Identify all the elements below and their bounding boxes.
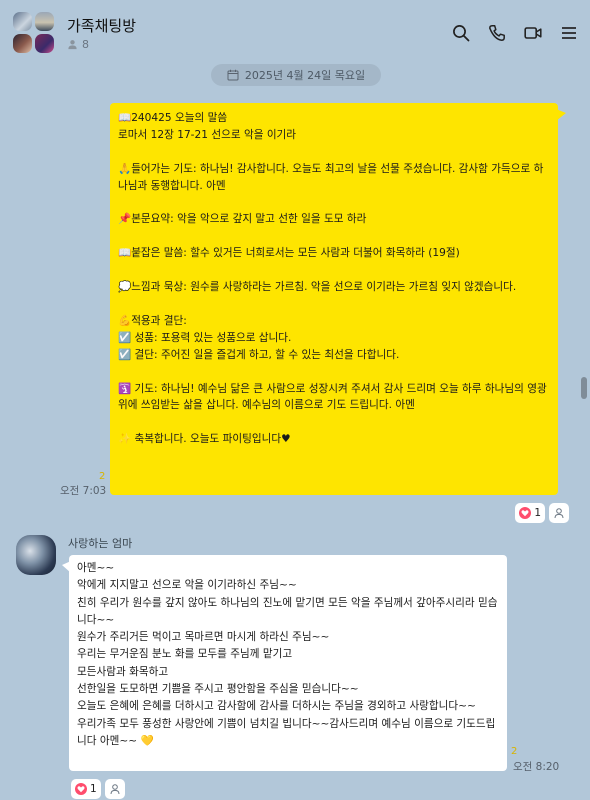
header-actions <box>452 24 578 42</box>
phone-icon[interactable] <box>488 24 506 42</box>
person-icon <box>109 783 121 795</box>
member-count[interactable]: 8 <box>67 38 89 51</box>
reaction-bar: 1 <box>515 503 569 523</box>
heart-icon <box>75 783 87 795</box>
chat-room-title[interactable]: 가족채팅방 <box>67 15 136 36</box>
date-divider-text: 2025년 4월 24일 목요일 <box>244 69 366 82</box>
message-time: 오전 7:03 <box>60 485 107 497</box>
scrollbar-thumb[interactable] <box>581 377 587 399</box>
date-divider: 2025년 4월 24일 목요일 <box>211 64 381 86</box>
member-photo <box>13 34 32 53</box>
chat-header: 가족채팅방 8 <box>0 0 590 62</box>
heart-reaction-button[interactable]: 1 <box>515 503 545 523</box>
member-photo <box>13 12 32 31</box>
sender-name: 사랑하는 엄마 <box>68 537 133 550</box>
heart-reaction-count: 1 <box>90 783 97 795</box>
person-icon <box>68 40 77 50</box>
reaction-bar: 1 <box>71 779 125 799</box>
member-photo <box>35 12 54 31</box>
person-icon <box>553 507 565 519</box>
reaction-viewers-button[interactable] <box>104 779 125 799</box>
video-call-icon[interactable] <box>524 24 542 42</box>
member-photo <box>35 34 54 53</box>
reaction-viewers-button[interactable] <box>549 503 569 523</box>
heart-reaction-button[interactable]: 1 <box>71 779 101 799</box>
message-time: 오전 8:20 <box>513 761 560 773</box>
unread-count: 2 <box>511 746 518 757</box>
search-icon[interactable] <box>452 24 470 42</box>
my-message-bubble[interactable]: 📖240425 오늘의 말씀 로마서 12장 17-21 선으로 악을 이기라 … <box>110 103 566 495</box>
sender-avatar[interactable] <box>16 535 56 575</box>
group-profile-images[interactable] <box>13 12 55 54</box>
unread-count: 2 <box>99 471 106 482</box>
menu-icon[interactable] <box>560 24 578 42</box>
incoming-message-bubble[interactable]: 아멘~~ 악에게 지지말고 선으로 악을 이기라하신 주님~~ 친히 우리가 원… <box>62 555 507 771</box>
member-count-value: 8 <box>82 38 89 51</box>
calendar-icon <box>227 69 239 81</box>
heart-icon <box>519 507 532 519</box>
heart-reaction-count: 1 <box>534 507 541 519</box>
